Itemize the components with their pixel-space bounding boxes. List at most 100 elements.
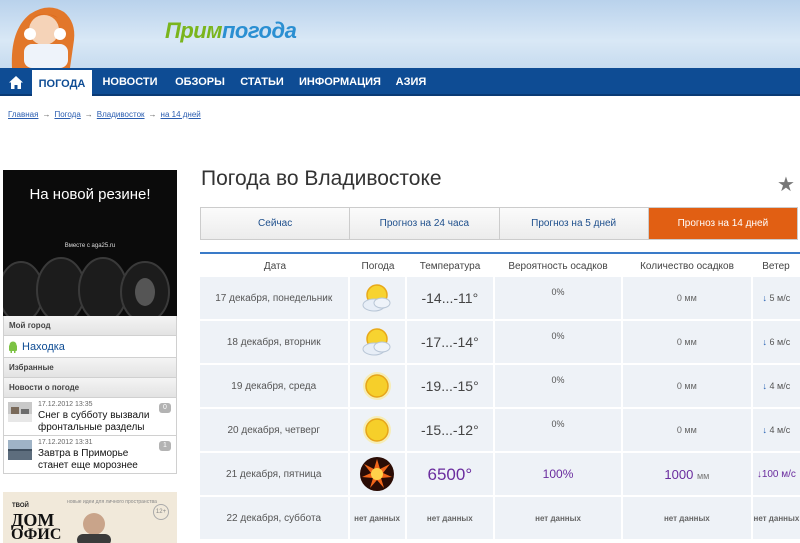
- row-wind-no-data: нет данных: [752, 497, 800, 539]
- col-precip-probability: Вероятность осадков: [508, 261, 608, 272]
- forecast-tabs: Сейчас Прогноз на 24 часа Прогноз на 5 д…: [200, 207, 798, 240]
- wind-speed: 6 м/с: [769, 337, 791, 347]
- tab-14-days[interactable]: Прогноз на 14 дней: [648, 208, 797, 239]
- sidebar: Мой город Находка Избранные Новости о по…: [3, 316, 177, 474]
- table-row: 21 декабря, пятница 6500° 100% 1000 мм ↓…: [200, 453, 800, 496]
- news-item[interactable]: 17.12.2012 13:31 Завтра в Приморье стане…: [3, 436, 177, 474]
- amount-unit: мм: [696, 471, 710, 481]
- row-precip-probability: 0%: [495, 409, 621, 451]
- row-weather-no-data: нет данных: [349, 497, 405, 539]
- col-temperature: Температура: [419, 261, 481, 272]
- explosion-icon: [349, 453, 405, 495]
- table-row: 22 декабря, суббота нет данных нет данны…: [200, 497, 800, 540]
- wind-direction-icon: ↓: [762, 425, 768, 435]
- ad-title: На новой резине!: [29, 186, 151, 203]
- sun-icon: [349, 365, 405, 407]
- tab-5-days[interactable]: Прогноз на 5 дней: [499, 208, 649, 239]
- col-wind: Ветер: [762, 261, 790, 272]
- favorites-header[interactable]: Избранные: [3, 358, 177, 378]
- ad2-line3: ОФИС: [11, 526, 62, 543]
- tab-24-hours[interactable]: Прогноз на 24 часа: [350, 208, 500, 239]
- nav-item-news[interactable]: НОВОСТИ: [96, 68, 164, 96]
- partly-cloudy-icon: [349, 277, 405, 319]
- col-precip-amount: Количество осадков: [640, 261, 734, 272]
- ad2-tagline: новые идеи для личного пространства: [67, 499, 157, 505]
- row-probability-no-data: нет данных: [495, 497, 621, 539]
- row-date: 22 декабря, суббота: [200, 497, 348, 539]
- row-precip-amount: 0 мм: [622, 365, 751, 407]
- row-temperature: -17...-14°: [406, 321, 494, 363]
- home-icon[interactable]: [0, 68, 32, 96]
- row-date: 18 декабря, вторник: [200, 321, 348, 363]
- sun-icon: [349, 409, 405, 451]
- android-icon: [9, 341, 17, 353]
- partly-cloudy-icon: [349, 321, 405, 363]
- row-precip-probability: 0%: [495, 321, 621, 363]
- news-thumbnail: [8, 440, 32, 460]
- favorite-star-icon[interactable]: ★: [777, 172, 795, 197]
- row-amount-no-data: нет данных: [622, 497, 751, 539]
- mascot-illustration: [11, 7, 75, 68]
- table-row: 17 декабря, понедельник -14...-11° 0% 0 …: [200, 277, 800, 320]
- page-title: Погода во Владивостоке: [201, 167, 442, 190]
- row-precip-amount: 0 мм: [622, 321, 751, 363]
- wind-speed: 5 м/с: [769, 293, 791, 303]
- row-date: 20 декабря, четверг: [200, 409, 348, 451]
- tab-now[interactable]: Сейчас: [201, 208, 351, 239]
- sidebar-city-nakhodka[interactable]: Находка: [3, 336, 177, 358]
- row-wind: ↓ 6 м/с: [752, 321, 800, 363]
- row-date: 21 декабря, пятница: [200, 453, 348, 495]
- row-precip-probability: 0%: [495, 277, 621, 319]
- tires-image: [3, 257, 170, 316]
- tire-ad-banner[interactable]: На новой резине! Вместе с aga25.ru: [3, 170, 177, 316]
- news-title[interactable]: Снег в субботу вызвали фронтальные разде…: [38, 410, 156, 434]
- wind-direction-icon: ↓: [762, 337, 768, 347]
- breadcrumb-weather[interactable]: Погода: [54, 110, 80, 119]
- breadcrumb: Главная → Погода → Владивосток → на 14 дней: [8, 110, 201, 119]
- comment-count-badge: 0: [159, 403, 171, 413]
- wind-speed: 4 м/с: [769, 425, 791, 435]
- nav-item-reviews[interactable]: ОБЗОРЫ: [168, 68, 232, 96]
- row-temperature-no-data: нет данных: [406, 497, 494, 539]
- site-logo[interactable]: Примпогода: [165, 18, 297, 44]
- row-date: 17 декабря, понедельник: [200, 277, 348, 319]
- breadcrumb-home[interactable]: Главная: [8, 110, 38, 119]
- row-precip-probability: 0%: [495, 365, 621, 407]
- row-wind: ↓ 5 м/с: [752, 277, 800, 319]
- breadcrumb-14-days[interactable]: на 14 дней: [161, 110, 201, 119]
- news-title[interactable]: Завтра в Приморье станет еще морознее: [38, 448, 156, 472]
- col-weather: Погода: [361, 261, 395, 272]
- ad-subtitle: Вместе с aga25.ru: [64, 243, 116, 249]
- table-row: 19 декабря, среда -19...-15° 0% 0 мм ↓ 4…: [200, 365, 800, 408]
- row-temperature: -15...-12°: [406, 409, 494, 451]
- dom-ofis-ad-banner[interactable]: ТВОЙ ДОМ ОФИС новые идеи для личного про…: [3, 492, 177, 543]
- nav-item-asia[interactable]: АЗИЯ: [388, 68, 434, 96]
- weather-news-header: Новости о погоде: [3, 378, 177, 398]
- row-precip-amount: 1000 мм: [622, 453, 751, 495]
- table-row: 18 декабря, вторник -17...-14° 0% 0 мм ↓…: [200, 321, 800, 364]
- comment-count-badge: 1: [159, 441, 171, 451]
- row-temperature: 6500°: [406, 453, 494, 495]
- age-rating-badge: 12+: [153, 504, 169, 520]
- nav-item-articles[interactable]: СТАТЬИ: [234, 68, 290, 96]
- row-wind: ↓ 4 м/с: [752, 409, 800, 451]
- news-date: 17.12.2012 13:35: [38, 401, 93, 408]
- row-precip-amount: 0 мм: [622, 409, 751, 451]
- nav-item-weather[interactable]: ПОГОДА: [32, 68, 92, 96]
- row-temperature: -14...-11°: [406, 277, 494, 319]
- row-precip-probability: 100%: [495, 453, 621, 495]
- wind-direction-icon: ↓: [762, 381, 768, 391]
- ad2-line1: ТВОЙ: [12, 503, 29, 509]
- news-date: 17.12.2012 13:31: [38, 439, 93, 446]
- forecast-table: Дата Погода Температура Вероятность осад…: [200, 252, 800, 541]
- nav-item-information[interactable]: ИНФОРМАЦИЯ: [296, 68, 384, 96]
- site-header: Примпогода: [0, 0, 800, 68]
- news-item[interactable]: 17.12.2012 13:35 Снег в субботу вызвали …: [3, 398, 177, 436]
- col-date: Дата: [263, 261, 287, 272]
- wind-speed: 4 м/с: [769, 381, 791, 391]
- breadcrumb-city[interactable]: Владивосток: [97, 110, 145, 119]
- my-city-header: Мой город: [3, 316, 177, 336]
- person-photo: [77, 513, 111, 543]
- row-precip-amount: 0 мм: [622, 277, 751, 319]
- row-date: 19 декабря, среда: [200, 365, 348, 407]
